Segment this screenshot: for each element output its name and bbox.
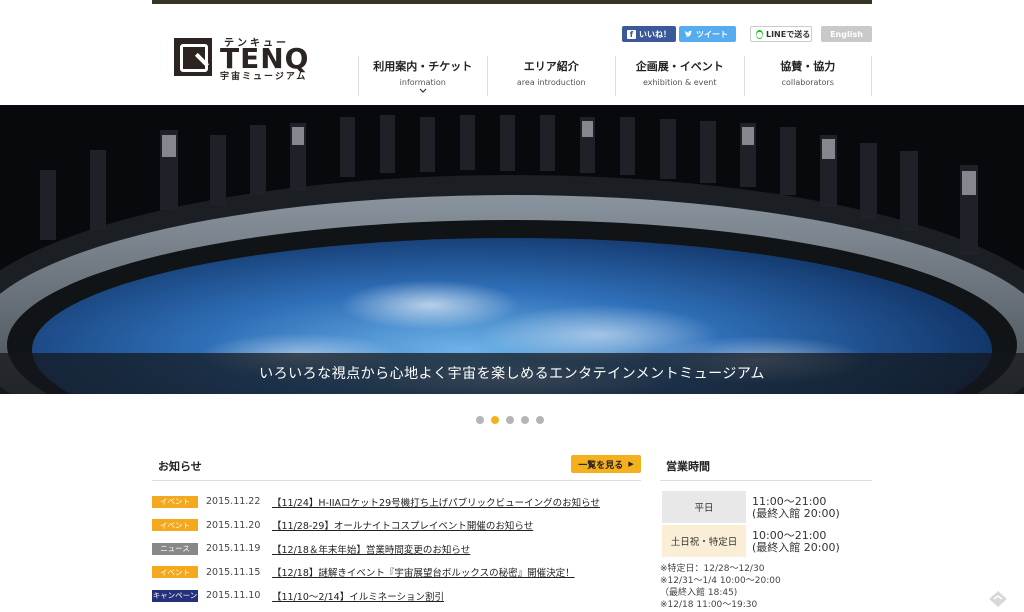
hours-note: （最終入館 18:45) bbox=[660, 588, 738, 598]
hours-note: ※12/31〜1/4 10:00〜20:00 bbox=[660, 576, 781, 586]
nav-item-collaborators[interactable]: 協賛・協力 collaborators bbox=[743, 56, 872, 96]
nav-item-sublabel: collaborators bbox=[781, 78, 834, 87]
tenq-logo-mark-icon bbox=[174, 38, 212, 76]
view-all-label: 一覧を見る bbox=[578, 460, 624, 471]
slider-dot[interactable] bbox=[506, 416, 514, 424]
slider-dot[interactable] bbox=[476, 416, 484, 424]
news-title: お知らせ bbox=[158, 460, 202, 473]
scroll-widget-icon[interactable] bbox=[988, 590, 1008, 608]
news-link[interactable]: 【12/18＆年末年始】営業時間変更のお知らせ bbox=[272, 542, 470, 556]
hours-note: ※12/18 11:00〜19:30 bbox=[660, 600, 758, 610]
hours-note: ※特定日：12/28〜12/30 bbox=[660, 564, 765, 574]
slider-dot[interactable] bbox=[521, 416, 529, 424]
news-category-badge: イベント bbox=[152, 495, 198, 508]
nav-item-label: 協賛・協力 bbox=[780, 60, 836, 73]
facebook-like-button[interactable]: f いいね！ bbox=[622, 26, 676, 42]
nav-item-sublabel: exhibition & event bbox=[642, 78, 717, 87]
news-category-badge: キャンペーン bbox=[152, 589, 198, 602]
nav-item-sublabel: area introduction bbox=[516, 78, 586, 87]
slider-dot[interactable] bbox=[536, 416, 544, 424]
tweet-label: ツイート bbox=[696, 29, 728, 39]
news-date: 2015.11.10 bbox=[206, 590, 261, 602]
logo-subtitle: 宇宙ミュージアム bbox=[220, 72, 308, 82]
hours-row: 土日祝・特定日 10:00〜21:00 (最終入館 20:00) bbox=[662, 525, 872, 559]
main-nav: 利用案内・チケット information エリア紹介 area introdu… bbox=[358, 56, 872, 96]
nav-item-information[interactable]: 利用案内・チケット information bbox=[358, 56, 487, 96]
slider-dot-active[interactable] bbox=[491, 416, 499, 424]
nav-item-label: 企画展・イベント bbox=[635, 60, 724, 73]
news-link[interactable]: 【12/18】謎解きイベント『宇宙展望台ボルックスの秘密』開催決定！ bbox=[272, 565, 575, 579]
hours-value: 11:00〜21:00 (最終入館 20:00) bbox=[746, 491, 840, 525]
hours-row: 平日 11:00〜21:00 (最終入館 20:00) bbox=[662, 491, 872, 525]
news-list: イベント 2015.11.22 【11/24】H-IIAロケット29号機打ち上げ… bbox=[152, 490, 641, 608]
news-category-badge: イベント bbox=[152, 519, 198, 532]
hours-last-entry: (最終入館 20:00) bbox=[752, 507, 840, 520]
nav-item-sublabel: information bbox=[399, 78, 446, 87]
news-item: ニュース 2015.11.19 【12/18＆年末年始】営業時間変更のお知らせ bbox=[152, 537, 641, 561]
line-share-label: LINEで送る bbox=[765, 29, 811, 39]
tenq-logo[interactable]: テンキュー TENQ 宇宙ミュージアム bbox=[174, 36, 330, 82]
chevron-down-icon bbox=[359, 88, 487, 96]
news-link[interactable]: 【11/24】H-IIAロケット29号機打ち上げパブリックビューイングのお知らせ bbox=[272, 495, 600, 509]
news-item: イベント 2015.11.15 【12/18】謎解きイベント『宇宙展望台ボルック… bbox=[152, 561, 641, 585]
tweet-button[interactable]: ツイート bbox=[679, 26, 736, 42]
hours-last-entry: (最終入館 20:00) bbox=[752, 541, 840, 554]
facebook-icon: f bbox=[627, 29, 636, 39]
news-date: 2015.11.15 bbox=[206, 566, 261, 578]
news-link[interactable]: 【11/10〜2/14】イルミネーション割引 bbox=[272, 589, 444, 603]
hours-notes: ※特定日：12/28〜12/30 ※12/31〜1/4 10:00〜20:00 … bbox=[660, 563, 872, 611]
view-all-news-button[interactable]: 一覧を見る ▶ bbox=[571, 455, 641, 473]
news-item: キャンペーン 2015.11.10 【11/10〜2/14】イルミネーション割引 bbox=[152, 584, 641, 608]
news-header: お知らせ 一覧を見る ▶ bbox=[152, 452, 641, 481]
news-link[interactable]: 【11/28-29】オールナイトコスプレイベント開催のお知らせ bbox=[272, 518, 533, 532]
hours-header: 営業時間 bbox=[660, 452, 872, 481]
nav-item-label: エリア紹介 bbox=[523, 60, 579, 73]
slider-pagination bbox=[476, 416, 544, 424]
line-icon: ● bbox=[756, 29, 763, 39]
nav-item-label: 利用案内・チケット bbox=[373, 60, 473, 73]
line-share-button[interactable]: ● LINEで送る bbox=[750, 26, 812, 42]
twitter-bird-icon bbox=[684, 30, 693, 39]
news-date: 2015.11.22 bbox=[206, 496, 261, 508]
hours-table: 平日 11:00〜21:00 (最終入館 20:00) 土日祝・特定日 10:0… bbox=[662, 491, 872, 559]
news-category-badge: ニュース bbox=[152, 542, 198, 555]
english-button[interactable]: English bbox=[821, 26, 872, 42]
hero-slide-image[interactable] bbox=[0, 105, 1024, 394]
hours-label: 土日祝・特定日 bbox=[662, 525, 746, 557]
triangle-right-icon: ▶ bbox=[628, 460, 634, 468]
top-accent-bar bbox=[152, 0, 872, 4]
hours-label: 平日 bbox=[662, 491, 746, 523]
earth-viewing-hole-illustration bbox=[0, 105, 1024, 394]
facebook-like-label: いいね！ bbox=[639, 29, 671, 39]
news-date: 2015.11.19 bbox=[206, 543, 261, 555]
news-item: イベント 2015.11.22 【11/24】H-IIAロケット29号機打ち上げ… bbox=[152, 490, 641, 514]
hours-title: 営業時間 bbox=[666, 460, 710, 473]
news-item: イベント 2015.11.20 【11/28-29】オールナイトコスプレイベント… bbox=[152, 514, 641, 538]
nav-item-area[interactable]: エリア紹介 area introduction bbox=[486, 56, 616, 96]
news-category-badge: イベント bbox=[152, 566, 198, 579]
hero-caption: いろいろな視点から心地よく宇宙を楽しめるエンタテインメントミュージアム bbox=[259, 366, 765, 382]
nav-item-exhibition[interactable]: 企画展・イベント exhibition & event bbox=[615, 56, 744, 96]
news-date: 2015.11.20 bbox=[206, 519, 261, 531]
english-label: English bbox=[830, 29, 863, 39]
hours-value: 10:00〜21:00 (最終入館 20:00) bbox=[746, 525, 840, 559]
